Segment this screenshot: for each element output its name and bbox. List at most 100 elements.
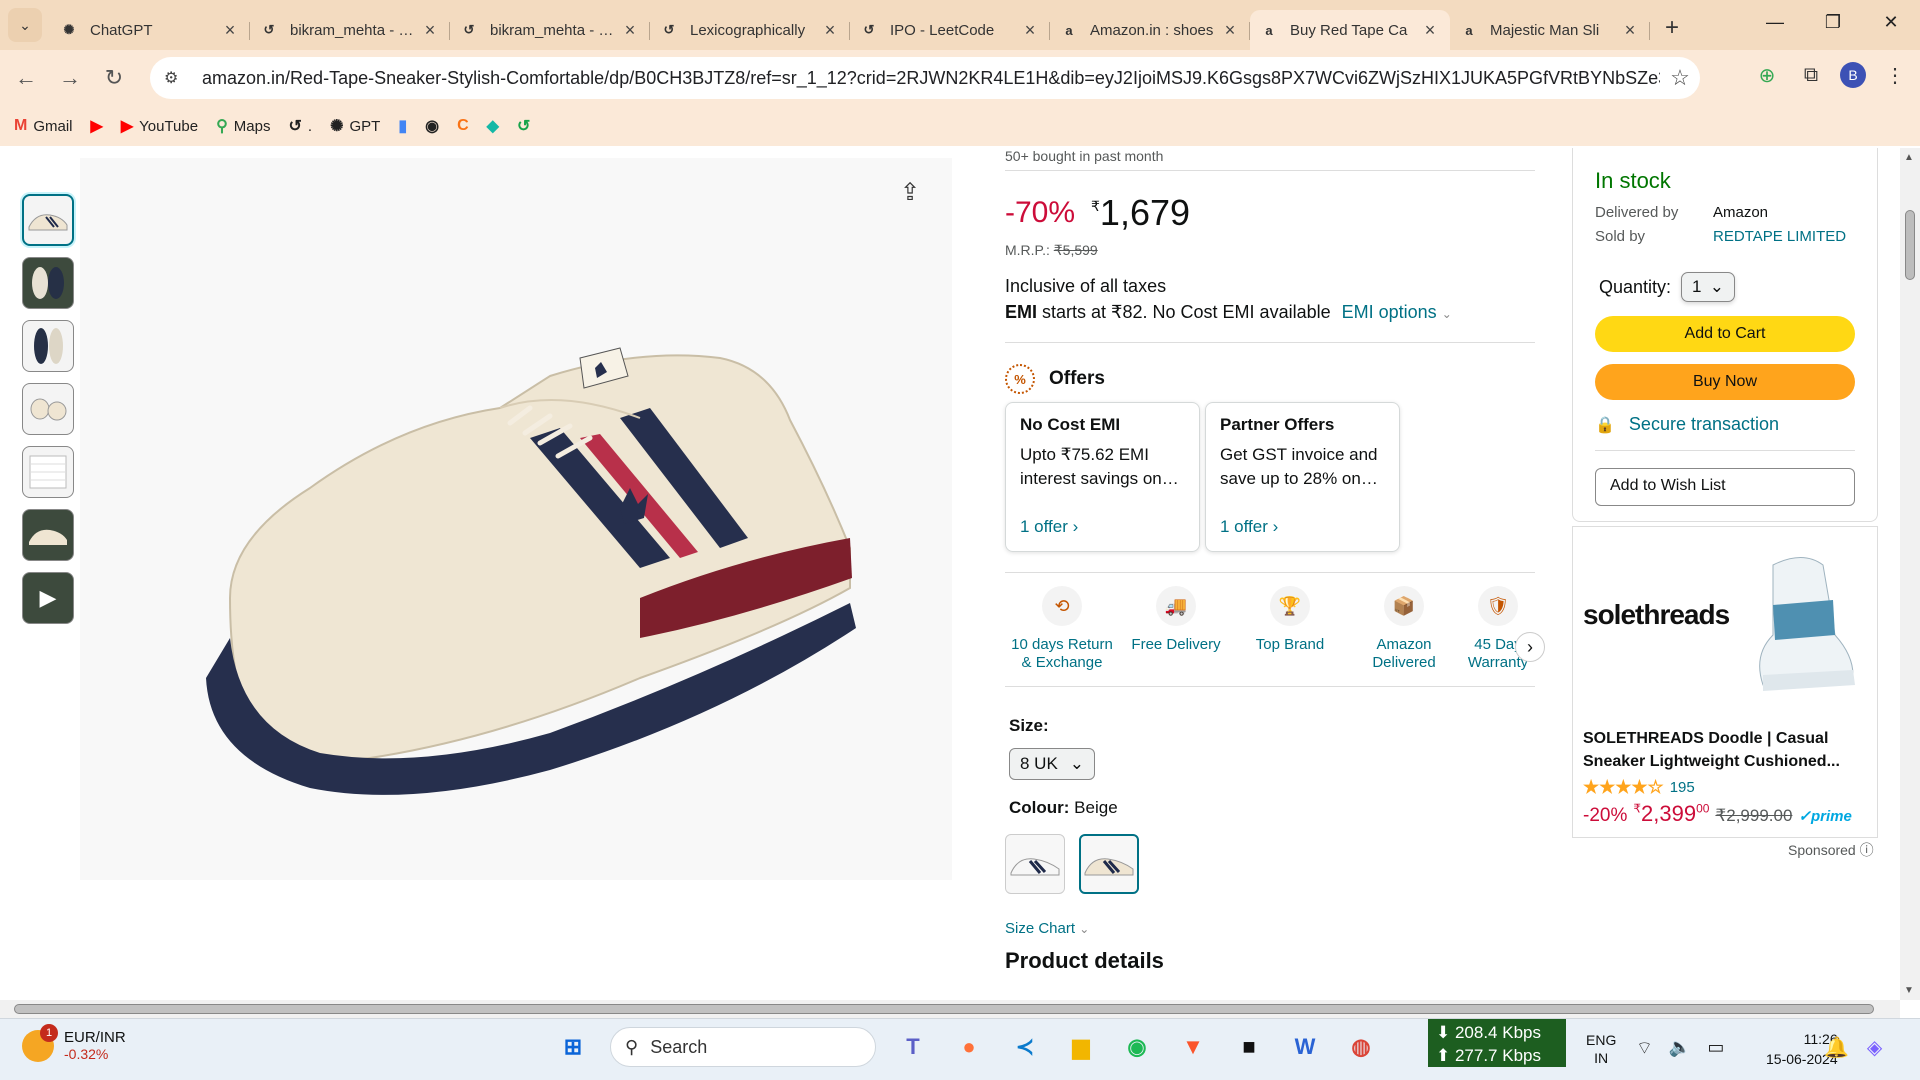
bookmark-leetcode[interactable]: ↺. bbox=[288, 116, 312, 136]
bookmark-youtube[interactable]: ▶ YouTube bbox=[121, 116, 198, 136]
bookmark-green-leetcode[interactable]: ↺ bbox=[517, 116, 530, 136]
close-icon[interactable]: × bbox=[620, 20, 640, 41]
firefox-icon[interactable]: ● bbox=[950, 1028, 988, 1066]
thumbnail-5[interactable] bbox=[22, 446, 74, 498]
colour-swatch-beige[interactable] bbox=[1079, 834, 1139, 894]
offer-card-no-cost-emi[interactable]: No Cost EMI Upto ₹75.62 EMI interest sav… bbox=[1005, 402, 1200, 552]
tab-lexicographically[interactable]: ↺ Lexicographically × bbox=[650, 10, 850, 50]
notifications-bell-icon[interactable]: 🔔 bbox=[1824, 1035, 1849, 1060]
feature-amazon-delivered[interactable]: 📦 Amazon Delivered bbox=[1347, 586, 1461, 686]
bookmark-gpt[interactable]: ✺ GPT bbox=[330, 116, 380, 136]
menu-kebab-icon[interactable]: ⋮ bbox=[1880, 60, 1910, 90]
ticker-widget[interactable]: 1 EUR/INR -0.32% bbox=[22, 1023, 126, 1062]
sponsored-label[interactable]: Sponsored ⓘ bbox=[1788, 840, 1874, 860]
add-to-cart-button[interactable]: Add to Cart bbox=[1595, 316, 1855, 352]
bookmark-github[interactable]: ◉ bbox=[425, 116, 439, 136]
tab-ipo-leetcode[interactable]: ↺ IPO - LeetCode × bbox=[850, 10, 1050, 50]
thumbnail-3[interactable] bbox=[22, 320, 74, 372]
bookmark-star-icon[interactable]: ☆ bbox=[1660, 65, 1700, 91]
close-icon[interactable]: × bbox=[420, 20, 440, 41]
thumbnail-4[interactable] bbox=[22, 383, 74, 435]
brave-icon[interactable]: ▼ bbox=[1174, 1028, 1212, 1066]
close-icon[interactable]: × bbox=[1220, 20, 1240, 41]
wps-icon[interactable]: W bbox=[1286, 1028, 1324, 1066]
vertical-scrollbar[interactable]: ▲ ▼ bbox=[1900, 148, 1920, 1000]
bookmark-gmail[interactable]: M Gmail bbox=[14, 117, 73, 135]
add-to-wishlist-button[interactable]: Add to Wish List bbox=[1595, 468, 1855, 506]
rating-count[interactable]: 195 bbox=[1670, 779, 1695, 796]
seller-link[interactable]: REDTAPE LIMITED bbox=[1713, 228, 1846, 245]
taskbar-search[interactable]: ⚲ Search bbox=[610, 1027, 876, 1067]
buy-now-button[interactable]: Buy Now bbox=[1595, 364, 1855, 400]
windows-start-icon[interactable]: ⊞ bbox=[554, 1028, 592, 1066]
extension-green-icon[interactable]: ⊕ bbox=[1752, 60, 1782, 90]
tab-majestic-man[interactable]: a Majestic Man Sli × bbox=[1450, 10, 1650, 50]
teams-icon[interactable]: T bbox=[894, 1028, 932, 1066]
size-chart-link[interactable]: Size Chart ⌄ bbox=[1005, 920, 1089, 937]
thumbnail-2[interactable] bbox=[22, 257, 74, 309]
colour-swatch-white[interactable] bbox=[1005, 834, 1065, 894]
spotify-icon[interactable]: ◉ bbox=[1118, 1028, 1156, 1066]
close-window-icon[interactable]: ✕ bbox=[1862, 0, 1920, 44]
file-explorer-icon[interactable]: ▆ bbox=[1062, 1028, 1100, 1066]
bookmark-chart[interactable]: ▮ bbox=[398, 116, 407, 136]
tab-leetcode-profile[interactable]: ↺ bikram_mehta - LeetCode× bbox=[250, 10, 450, 50]
bookmark-maps[interactable]: ⚲ Maps bbox=[216, 116, 270, 136]
horizontal-scrollbar[interactable] bbox=[0, 1000, 1900, 1018]
site-info-icon[interactable]: ⚙ bbox=[164, 68, 188, 88]
size-select[interactable]: 8 UK ⌄ bbox=[1009, 748, 1095, 780]
offer-card-partner[interactable]: Partner Offers Get GST invoice and save … bbox=[1205, 402, 1400, 552]
feature-top-brand[interactable]: 🏆 Top Brand bbox=[1233, 586, 1347, 686]
forward-icon[interactable]: → bbox=[52, 60, 88, 96]
scroll-thumb[interactable] bbox=[14, 1004, 1874, 1014]
emi-options-link[interactable]: EMI options ⌄ bbox=[1342, 302, 1452, 322]
restore-icon[interactable]: ❐ bbox=[1804, 0, 1862, 44]
battery-icon[interactable]: ▭ bbox=[1707, 1037, 1724, 1060]
secure-transaction-link[interactable]: 🔒 Secure transaction bbox=[1595, 414, 1779, 435]
wifi-icon[interactable]: ⌔ bbox=[1636, 1037, 1653, 1060]
close-icon[interactable]: × bbox=[820, 20, 840, 41]
share-icon[interactable]: ⇪ bbox=[900, 178, 920, 207]
chrome-icon[interactable]: ◍ bbox=[1342, 1028, 1380, 1066]
tab-chatgpt[interactable]: ✺ ChatGPT × bbox=[50, 10, 250, 50]
main-product-image[interactable] bbox=[80, 158, 952, 880]
close-icon[interactable]: × bbox=[1420, 20, 1440, 41]
profile-avatar[interactable]: B bbox=[1840, 62, 1866, 88]
quantity-select[interactable]: 1 ⌄ bbox=[1681, 272, 1736, 302]
ad-title[interactable]: SOLETHREADS Doodle | Casual Sneaker Ligh… bbox=[1583, 727, 1873, 773]
scroll-down-icon[interactable]: ▼ bbox=[1904, 985, 1914, 996]
close-icon[interactable]: × bbox=[1620, 20, 1640, 41]
feature-free-delivery[interactable]: 🚚 Free Delivery bbox=[1119, 586, 1233, 686]
chevron-right-icon[interactable]: › bbox=[1515, 632, 1545, 662]
offer-link[interactable]: 1 offer › bbox=[1220, 517, 1278, 537]
tab-leetcode-profile-2[interactable]: ↺ bikram_mehta - LeetCode× bbox=[450, 10, 650, 50]
close-icon[interactable]: × bbox=[220, 20, 240, 41]
language-indicator[interactable]: ENG IN bbox=[1586, 1031, 1616, 1067]
minimize-icon[interactable]: — bbox=[1746, 0, 1804, 44]
offer-link[interactable]: 1 offer › bbox=[1020, 517, 1078, 537]
url-text[interactable]: amazon.in/Red-Tape-Sneaker-Stylish-Comfo… bbox=[188, 68, 1660, 89]
extensions-puzzle-icon[interactable]: ⧉ bbox=[1796, 60, 1826, 90]
vscode-icon[interactable]: ≺ bbox=[1006, 1028, 1044, 1066]
tab-amazon-shoes[interactable]: a Amazon.in : shoes × bbox=[1050, 10, 1250, 50]
close-icon[interactable]: × bbox=[1020, 20, 1040, 41]
new-tab-button[interactable]: + bbox=[1654, 10, 1690, 46]
bookmark-youtube-icon-only[interactable]: ▶ bbox=[91, 116, 103, 136]
bookmark-codechef[interactable]: C bbox=[457, 117, 469, 135]
sponsored-ad[interactable]: solethreads SOLETHREADS Doodle | Casual … bbox=[1572, 526, 1878, 838]
reload-icon[interactable]: ↻ bbox=[96, 60, 132, 96]
tab-red-tape-active[interactable]: a Buy Red Tape Ca × bbox=[1250, 10, 1450, 50]
feature-return[interactable]: ⟲ 10 days Return & Exchange bbox=[1005, 586, 1119, 686]
tab-search-button[interactable]: ⌄ bbox=[8, 8, 42, 42]
copilot-icon[interactable]: ◈ bbox=[1867, 1035, 1882, 1060]
scroll-up-icon[interactable]: ▲ bbox=[1904, 152, 1914, 163]
address-bar[interactable]: ⚙ amazon.in/Red-Tape-Sneaker-Stylish-Com… bbox=[150, 57, 1700, 99]
video-thumbnail[interactable]: ▶ bbox=[22, 572, 74, 624]
volume-icon[interactable]: 🔈 bbox=[1669, 1037, 1691, 1060]
bookmark-diamond[interactable]: ◆ bbox=[487, 116, 499, 136]
back-icon[interactable]: ← bbox=[8, 60, 44, 96]
thumbnail-6[interactable] bbox=[22, 509, 74, 561]
thumbnail-1[interactable] bbox=[22, 194, 74, 246]
pycharm-icon[interactable]: ■ bbox=[1230, 1028, 1268, 1066]
scroll-thumb[interactable] bbox=[1905, 210, 1915, 280]
